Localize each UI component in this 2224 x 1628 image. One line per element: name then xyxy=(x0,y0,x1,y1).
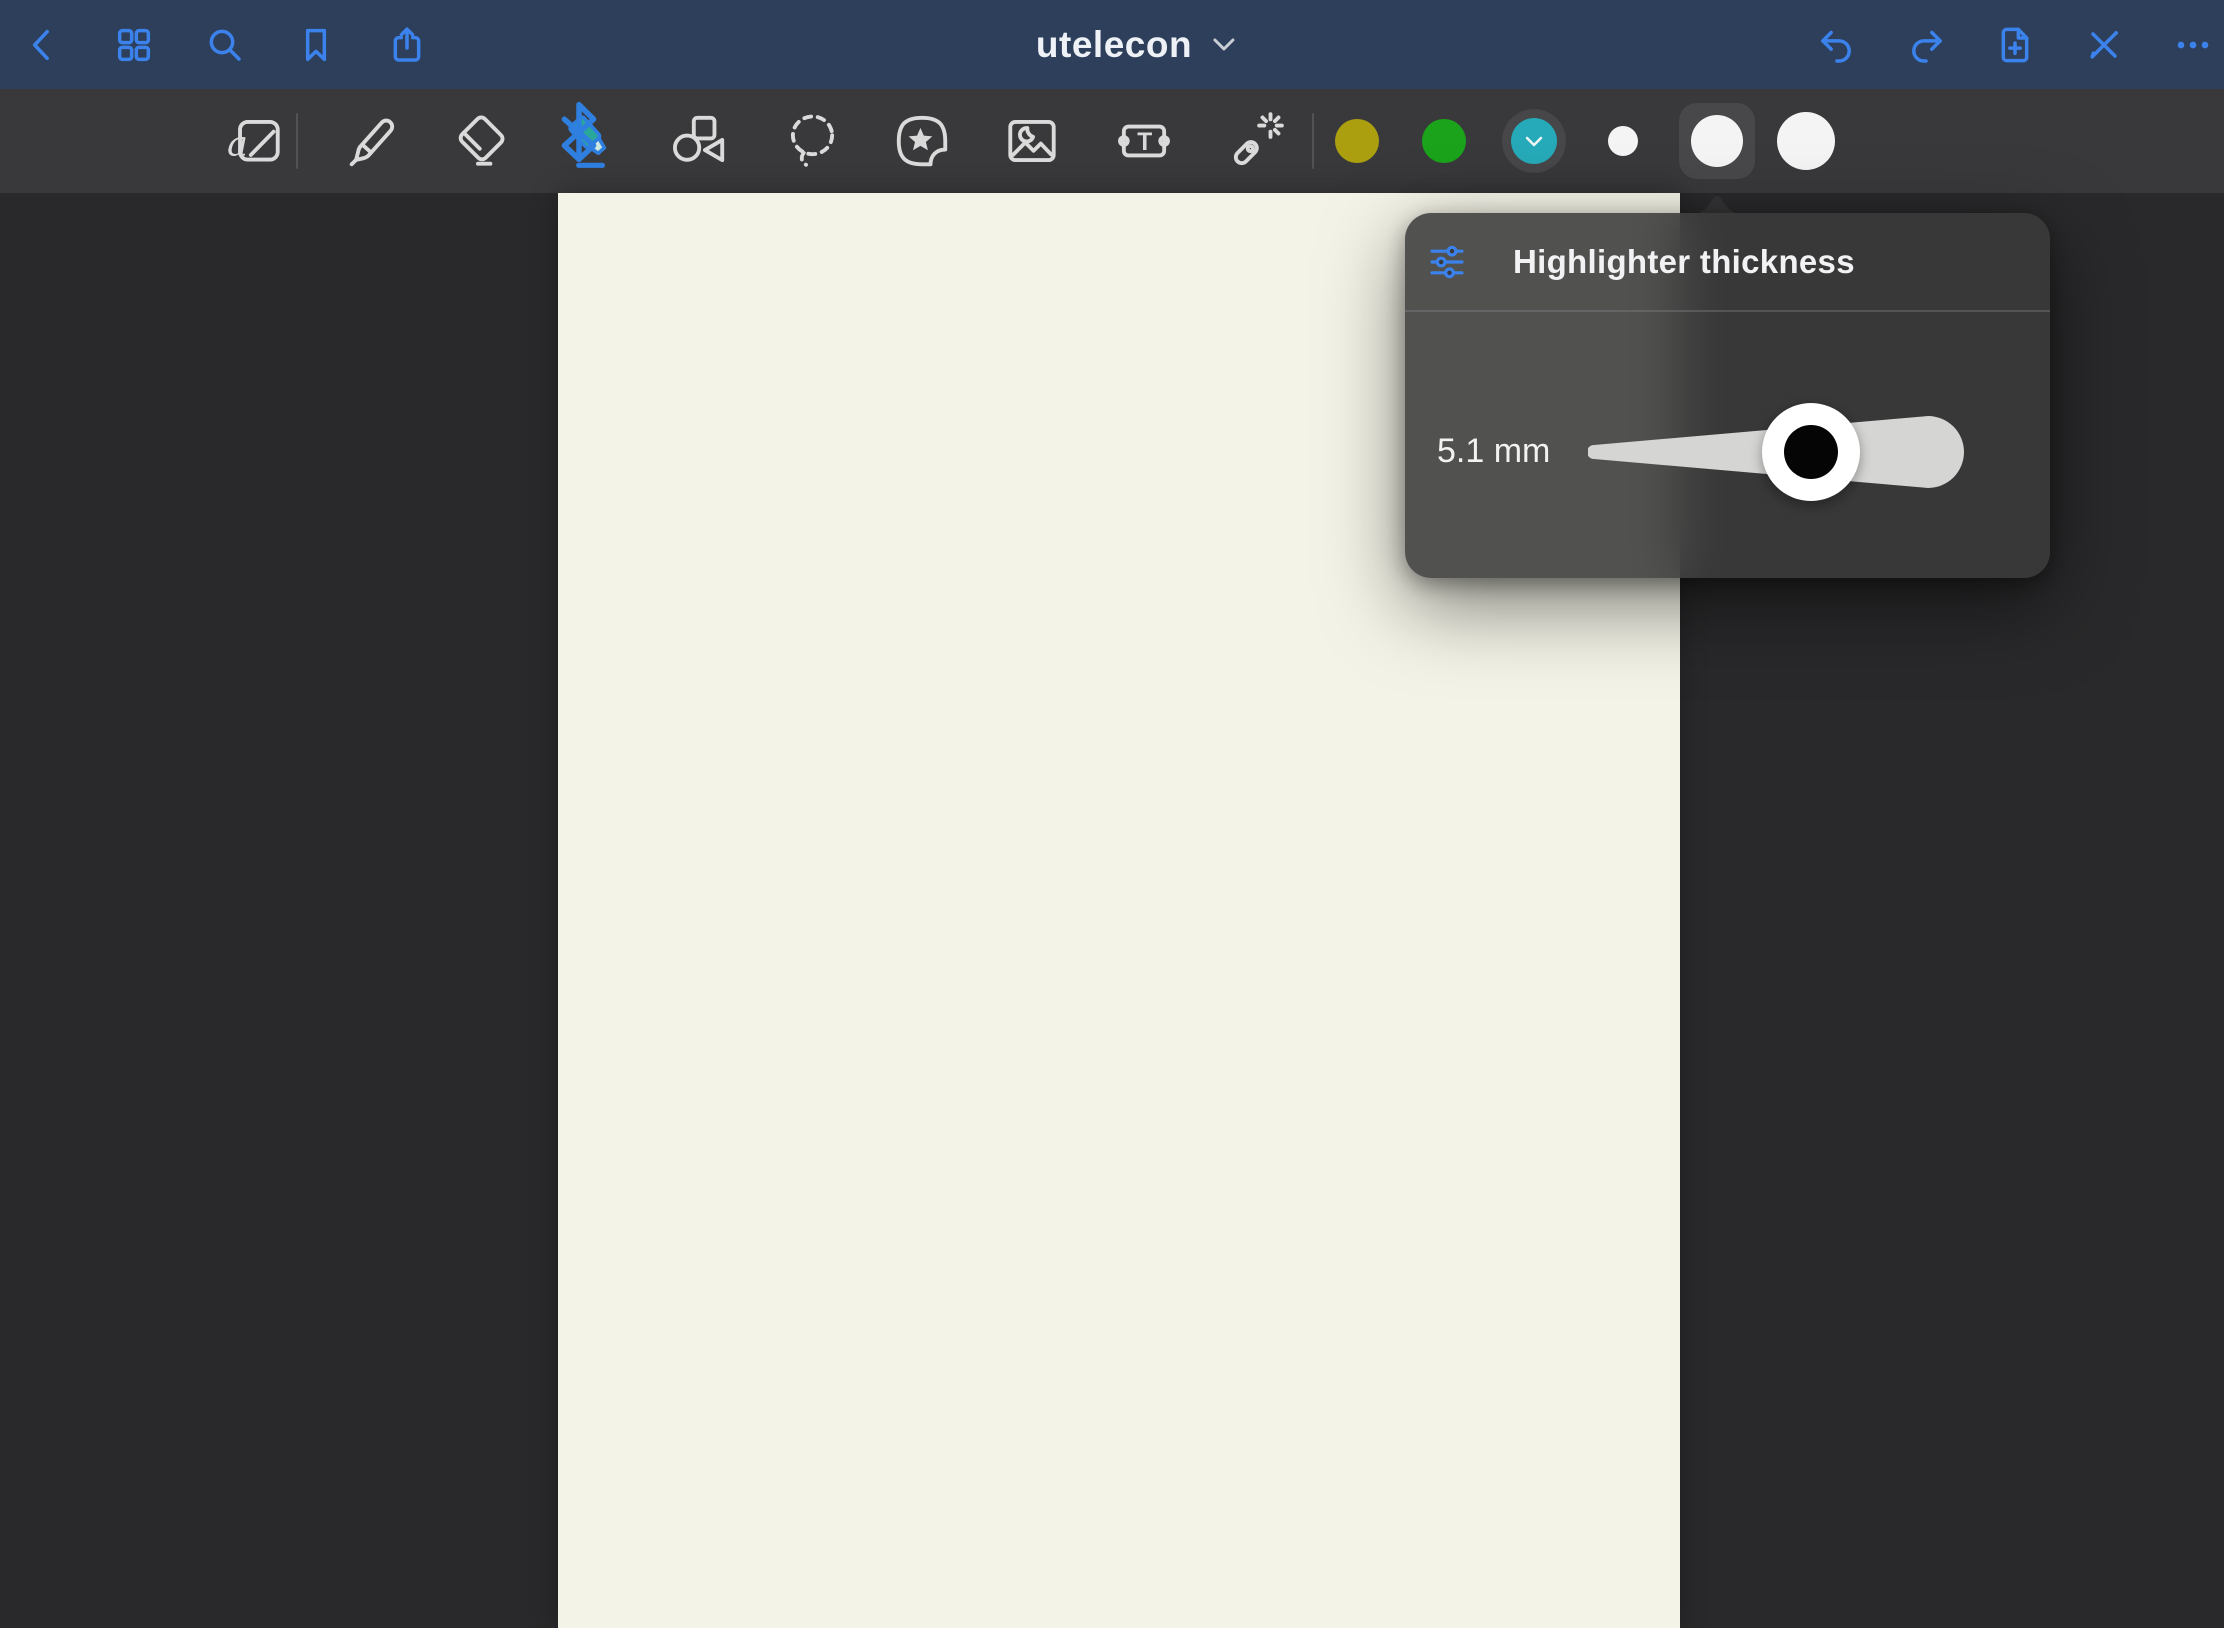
grid-icon xyxy=(114,25,154,65)
thumbnails-button[interactable] xyxy=(113,0,155,89)
thickness-preset-medium-selected[interactable] xyxy=(1679,103,1755,179)
bookmark-icon xyxy=(296,25,336,65)
popover-divider xyxy=(1405,310,2050,312)
lasso-tool[interactable] xyxy=(772,89,852,193)
bookmark-button[interactable] xyxy=(295,0,337,89)
popover-title: Highlighter thickness xyxy=(1513,243,1855,281)
thickness-slider-thumb[interactable] xyxy=(1762,403,1860,501)
svg-text:a: a xyxy=(227,124,248,164)
shapes-tool[interactable] xyxy=(660,89,740,193)
color-swatch-green[interactable] xyxy=(1422,119,1466,163)
image-icon xyxy=(1001,110,1063,172)
color-swatch-yellow[interactable] xyxy=(1335,119,1379,163)
teal-swatch xyxy=(1511,118,1557,164)
document-title: utelecon xyxy=(1036,24,1192,66)
redo-icon xyxy=(1906,25,1946,65)
undo-icon xyxy=(1817,25,1857,65)
eraser-tool[interactable] xyxy=(439,89,519,193)
shapes-icon xyxy=(669,110,731,172)
topbar-right-group xyxy=(1816,0,2214,89)
popover-arrow xyxy=(1693,192,1741,214)
undo-button[interactable] xyxy=(1816,0,1858,89)
color-swatch-teal-selected[interactable] xyxy=(1502,109,1566,173)
image-tool[interactable] xyxy=(992,89,1072,193)
chevron-down-icon xyxy=(1525,136,1543,147)
redo-button[interactable] xyxy=(1905,0,1947,89)
pen-icon xyxy=(338,110,400,172)
text-icon: T xyxy=(1113,110,1175,172)
document-title-button[interactable]: utelecon xyxy=(1036,0,1236,89)
search-button[interactable] xyxy=(204,0,246,89)
crossed-pen-icon xyxy=(2084,25,2124,65)
share-icon xyxy=(387,25,427,65)
toolbar-divider-left xyxy=(296,113,298,169)
thickness-preset-thick[interactable] xyxy=(1777,112,1835,170)
search-icon xyxy=(205,25,245,65)
text-tool[interactable]: T xyxy=(1104,89,1184,193)
laser-pointer-icon xyxy=(1224,110,1286,172)
thickness-value-label: 5.1 mm xyxy=(1437,432,1550,471)
edit-mode-tool[interactable]: a xyxy=(215,89,295,193)
share-button[interactable] xyxy=(386,0,428,89)
drawing-toolbar: a xyxy=(0,89,2224,193)
popover-header: Highlighter thickness xyxy=(1405,213,2050,310)
more-button[interactable] xyxy=(2172,0,2214,89)
pen-input-toggle-button[interactable] xyxy=(2083,0,2125,89)
eraser-icon xyxy=(448,110,510,172)
highlighter-tool[interactable] xyxy=(550,89,630,193)
highlighter-thickness-popover: Highlighter thickness 5.1 mm xyxy=(1405,213,2050,578)
add-page-icon xyxy=(1995,25,2035,65)
back-button[interactable] xyxy=(22,0,64,89)
sticker-icon xyxy=(891,110,953,172)
lasso-icon xyxy=(781,110,843,172)
topbar-left-group xyxy=(22,0,428,89)
thickness-slider-thumb-dot xyxy=(1784,425,1838,479)
edit-mode-icon: a xyxy=(224,110,286,172)
back-chevron-icon xyxy=(23,25,63,65)
thickness-preset-thin[interactable] xyxy=(1608,126,1638,156)
top-navigation-bar: utelecon xyxy=(0,0,2224,89)
ellipsis-icon xyxy=(2173,25,2213,65)
sticker-tool[interactable] xyxy=(882,89,962,193)
add-page-button[interactable] xyxy=(1994,0,2036,89)
toolbar-divider-right xyxy=(1312,113,1314,169)
svg-text:T: T xyxy=(1137,129,1152,156)
thickness-preset-medium-dot xyxy=(1691,115,1743,167)
pen-tool[interactable] xyxy=(329,89,409,193)
laser-pointer-tool[interactable] xyxy=(1215,89,1295,193)
bluetooth-icon xyxy=(548,101,610,163)
chevron-down-icon xyxy=(1212,38,1236,52)
sliders-icon xyxy=(1427,242,1467,282)
